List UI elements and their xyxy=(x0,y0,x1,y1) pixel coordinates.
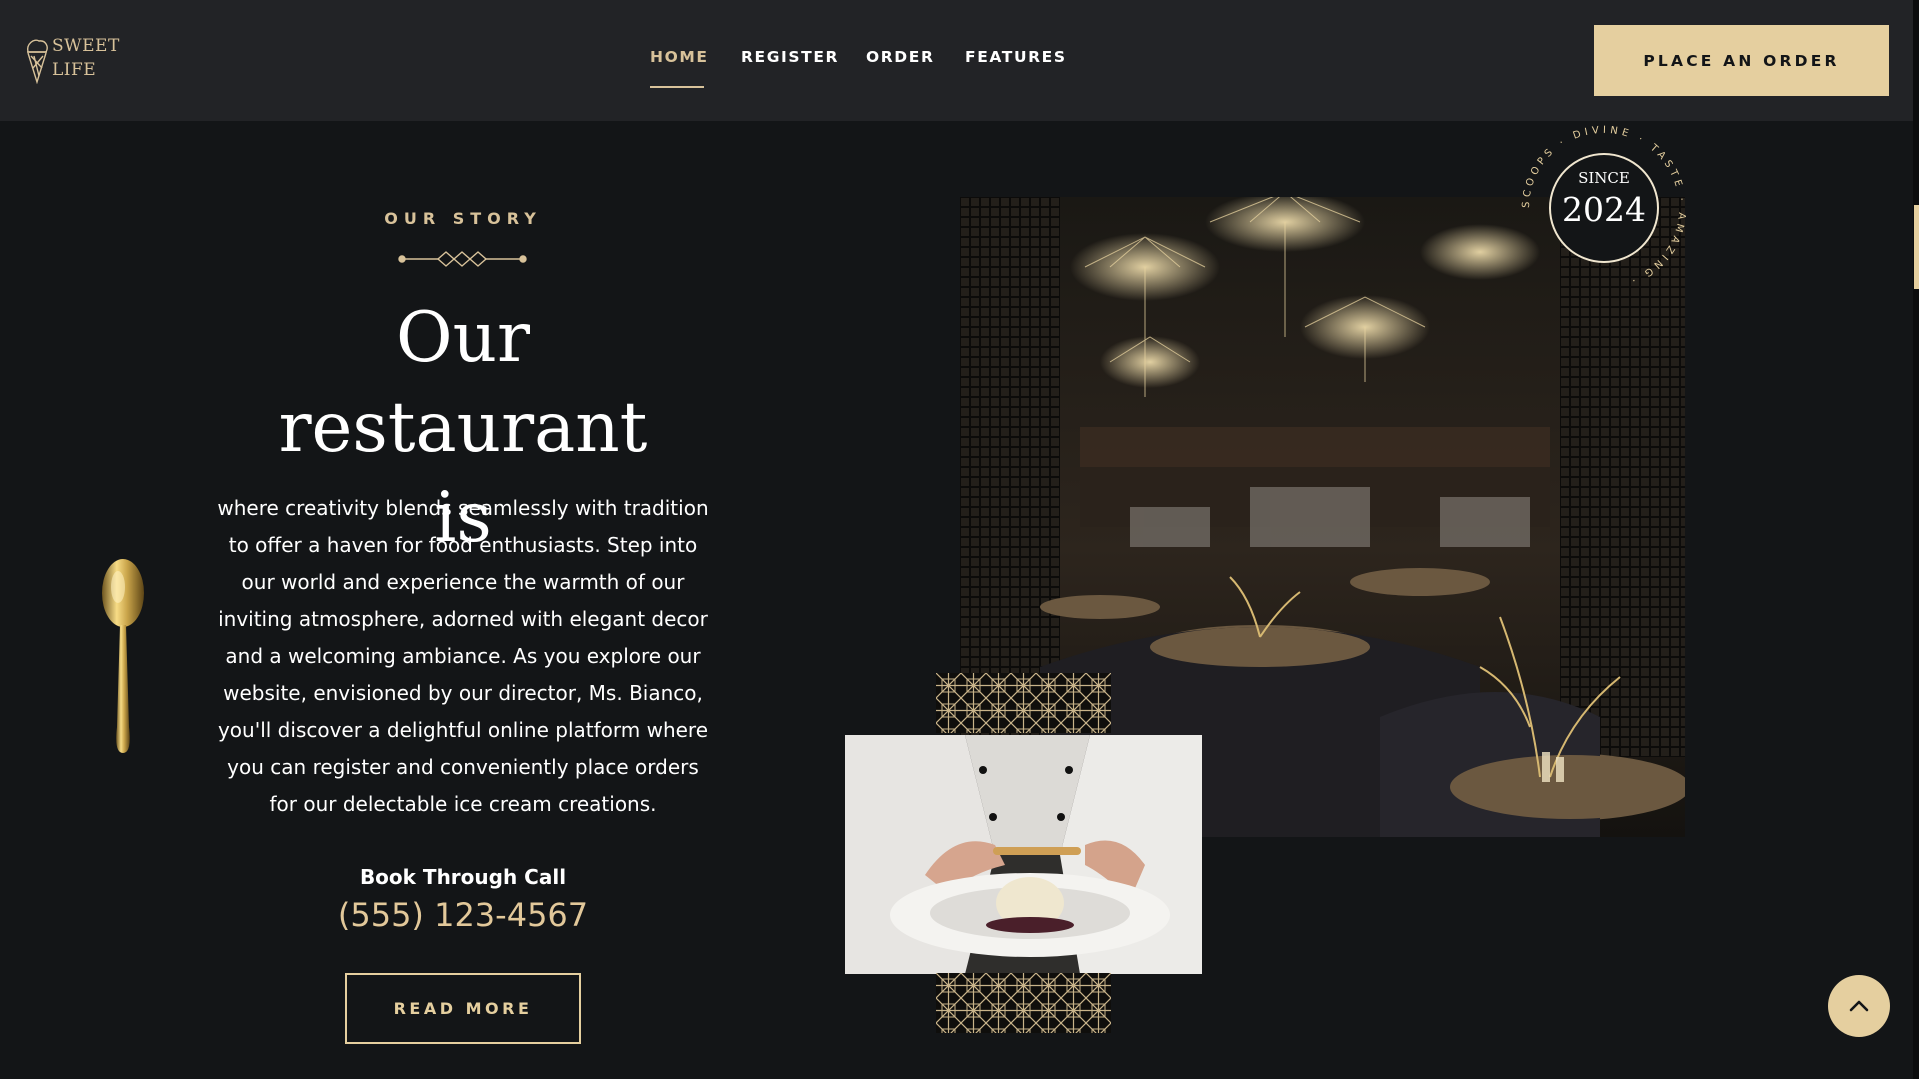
badge-since-label: SINCE xyxy=(1578,169,1630,187)
since-badge: SCOOPS · DIVINE · TASTE · AMAZING · SINC… xyxy=(1517,121,1691,295)
chef-plating-photo xyxy=(845,735,1202,974)
read-more-button[interactable]: READ MORE xyxy=(345,973,581,1044)
site-header: SWEET LIFE HOME REGISTER ORDER FEATURES … xyxy=(0,0,1919,121)
decorative-pattern-top xyxy=(936,673,1111,733)
nav-item-register[interactable]: REGISTER xyxy=(741,48,839,66)
gold-spoon-icon xyxy=(102,559,144,753)
section-eyebrow: OUR STORY xyxy=(384,209,542,228)
nav-item-order[interactable]: ORDER xyxy=(866,48,935,66)
ice-cream-cone-icon xyxy=(26,39,48,84)
nav-item-features[interactable]: FEATURES xyxy=(965,48,1067,66)
scroll-to-top-button[interactable] xyxy=(1828,975,1890,1037)
phone-number-link[interactable]: (555) 123-4567 xyxy=(263,896,663,934)
place-order-button[interactable]: PLACE AN ORDER xyxy=(1594,25,1889,96)
page-title-line1: Our restaurant xyxy=(278,298,648,468)
chevron-up-icon xyxy=(1849,1000,1869,1012)
book-call-label: Book Through Call xyxy=(359,865,567,889)
diamond-divider-icon xyxy=(398,251,527,267)
badge-year: 2024 xyxy=(1562,190,1646,229)
logo-text-line2: LIFE xyxy=(52,60,97,80)
side-scroll-indicator[interactable] xyxy=(1914,205,1919,289)
logo-text-line1: SWEET xyxy=(52,36,120,56)
nav-active-underline xyxy=(650,86,704,88)
page-edge xyxy=(1913,0,1919,1079)
story-paragraph: where creativity blends seamlessly with … xyxy=(217,496,709,816)
decorative-pattern-bottom xyxy=(936,973,1111,1033)
logo[interactable]: SWEET LIFE xyxy=(24,34,124,86)
nav-item-home[interactable]: HOME xyxy=(650,48,709,66)
